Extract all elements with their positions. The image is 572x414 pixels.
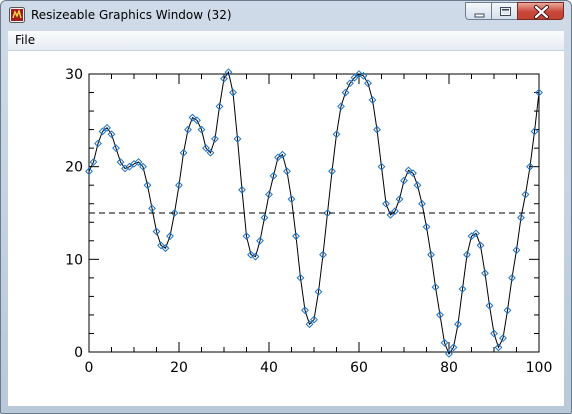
menu-bar: File: [8, 31, 564, 51]
line-plot: 0 20 40 60 80 100 0 10 20 30: [65, 67, 552, 376]
graphics-window: Resizeable Graphics Window (32) File 0 2…: [0, 0, 572, 414]
y-tick-label: 20: [65, 160, 83, 176]
maximize-icon: [500, 7, 511, 16]
chart-marks: [85, 68, 543, 358]
x-tick-label: 100: [526, 360, 553, 376]
file-menu[interactable]: File: [15, 33, 35, 47]
x-tick-label: 20: [170, 360, 188, 376]
tick-labels: 0 20 40 60 80 100 0 10 20 30: [65, 67, 552, 376]
x-tick-label: 40: [260, 360, 278, 376]
x-tick-label: 0: [85, 360, 94, 376]
y-tick-label: 30: [65, 67, 83, 83]
close-button[interactable]: [517, 2, 564, 20]
x-tick-label: 80: [440, 360, 458, 376]
minimize-button[interactable]: [465, 2, 492, 20]
minimize-icon: [474, 13, 485, 18]
window-title: Resizeable Graphics Window (32): [31, 8, 232, 22]
maximize-button[interactable]: [491, 2, 518, 20]
y-tick-label: 10: [65, 252, 83, 268]
y-tick-label: 0: [74, 345, 83, 361]
idl-app-icon[interactable]: [9, 7, 25, 23]
close-icon: [534, 5, 549, 19]
plot-area[interactable]: 0 20 40 60 80 100 0 10 20 30: [8, 51, 564, 406]
title-bar[interactable]: Resizeable Graphics Window (32): [1, 1, 571, 31]
x-tick-label: 60: [350, 360, 368, 376]
